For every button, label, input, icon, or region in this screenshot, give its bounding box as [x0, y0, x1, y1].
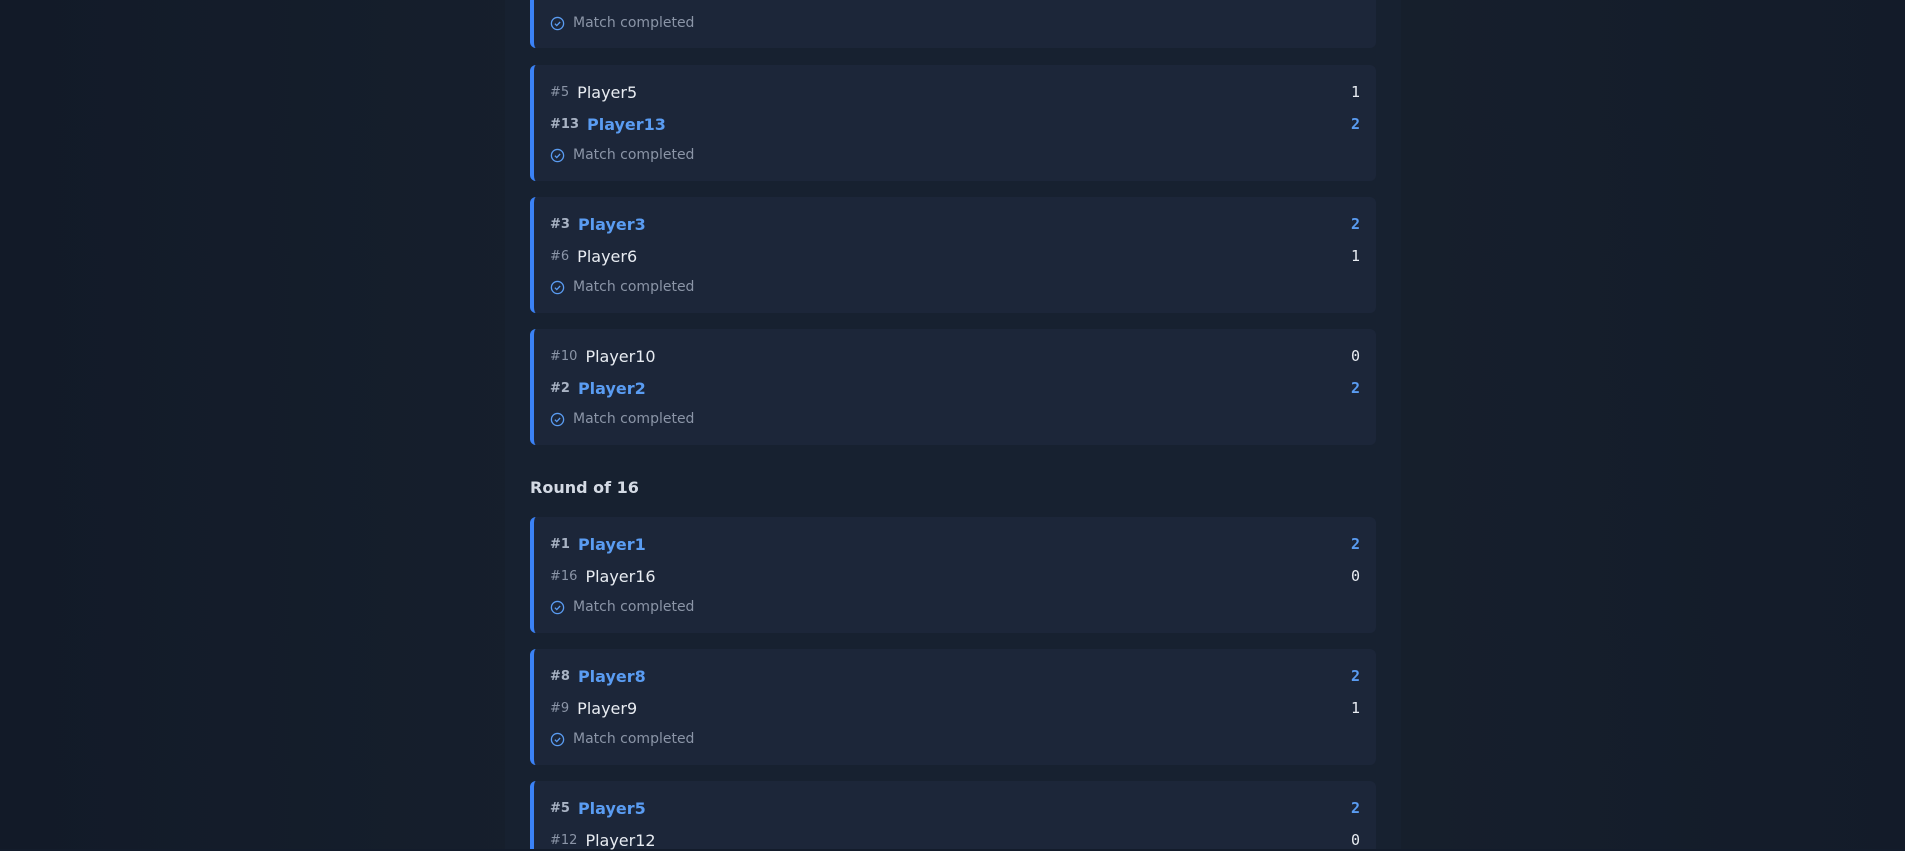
player-seed: #5 [550, 84, 570, 100]
player-name: Player16 [585, 566, 656, 586]
player-score: 2 [1350, 535, 1360, 553]
check-circle-icon [550, 732, 565, 746]
player-seed: #5 [550, 800, 570, 816]
match-status: Match completed [550, 729, 694, 749]
match-status-text: Match completed [573, 731, 695, 747]
player-name: Player6 [577, 246, 638, 266]
match-card[interactable]: #8 Player8 2 #9 Player9 1 Match complete… [530, 649, 1376, 765]
player-score: 0 [1350, 831, 1360, 849]
player-score: 1 [1350, 699, 1360, 717]
player-score: 2 [1350, 667, 1360, 685]
player-seed: #2 [550, 380, 570, 396]
player-row[interactable]: #12 Player12 0 [550, 829, 1360, 851]
player-name: Player12 [585, 830, 656, 850]
check-circle-icon [550, 412, 565, 426]
player-row-winner[interactable]: #5 Player5 2 [550, 797, 1360, 819]
match-card[interactable]: #1 Player1 2 #16 Player16 0 Match comple… [530, 517, 1376, 633]
player-name: Player2 [577, 378, 646, 398]
player-row-winner[interactable]: #13 Player13 2 [550, 113, 1360, 135]
player-name: Player5 [577, 798, 646, 818]
player-score: 2 [1350, 379, 1360, 397]
player-row[interactable]: #16 Player16 0 [550, 565, 1360, 587]
match-status: Match completed [550, 409, 694, 429]
match-card[interactable]: #5 Player5 2 #12 Player12 0 [530, 781, 1376, 851]
match-status-text: Match completed [573, 599, 695, 615]
match-status: Match completed [550, 277, 694, 297]
match-card[interactable]: #10 Player10 0 #2 Player2 2 Match comple… [530, 329, 1376, 445]
player-seed: #10 [550, 348, 578, 364]
player-name: Player9 [577, 698, 638, 718]
match-status-text: Match completed [573, 411, 695, 427]
player-score: 0 [1350, 347, 1360, 365]
player-seed: #6 [550, 248, 570, 264]
player-name: Player10 [585, 346, 656, 366]
player-row[interactable]: #10 Player10 0 [550, 345, 1360, 367]
match-card[interactable]: Match completed [530, 0, 1376, 48]
player-name: Player8 [577, 666, 646, 686]
match-card[interactable]: #5 Player5 1 #13 Player13 2 Match comple… [530, 65, 1376, 181]
player-score: 0 [1350, 567, 1360, 585]
player-seed: #9 [550, 700, 570, 716]
player-name: Player3 [577, 214, 646, 234]
player-seed: #1 [550, 536, 570, 552]
player-score: 1 [1350, 247, 1360, 265]
player-seed: #3 [550, 216, 570, 232]
match-status-text: Match completed [573, 15, 695, 31]
player-row-winner[interactable]: #2 Player2 2 [550, 377, 1360, 399]
check-circle-icon [550, 148, 565, 162]
player-score: 2 [1350, 799, 1360, 817]
player-seed: #8 [550, 668, 570, 684]
player-score: 2 [1350, 215, 1360, 233]
match-status: Match completed [550, 145, 694, 165]
player-name: Player13 [586, 114, 666, 134]
match-status-text: Match completed [573, 147, 695, 163]
check-circle-icon [550, 600, 565, 614]
player-row[interactable]: #9 Player9 1 [550, 697, 1360, 719]
player-row-winner[interactable]: #3 Player3 2 [550, 213, 1360, 235]
round-title: Round of 16 [530, 478, 639, 497]
player-seed: #16 [550, 568, 578, 584]
check-circle-icon [550, 280, 565, 294]
player-score: 1 [1350, 83, 1360, 101]
match-status: Match completed [550, 13, 694, 33]
player-row-winner[interactable]: #8 Player8 2 [550, 665, 1360, 687]
player-name: Player5 [577, 82, 638, 102]
player-row[interactable]: #5 Player5 1 [550, 81, 1360, 103]
check-circle-icon [550, 16, 565, 30]
match-card[interactable]: #3 Player3 2 #6 Player6 1 Match complete… [530, 197, 1376, 313]
player-seed: #12 [550, 832, 578, 848]
player-seed: #13 [550, 116, 579, 132]
player-name: Player1 [577, 534, 646, 554]
player-row-winner[interactable]: #1 Player1 2 [550, 533, 1360, 555]
match-status: Match completed [550, 597, 694, 617]
player-row[interactable]: #6 Player6 1 [550, 245, 1360, 267]
match-status-text: Match completed [573, 279, 695, 295]
player-score: 2 [1350, 115, 1360, 133]
